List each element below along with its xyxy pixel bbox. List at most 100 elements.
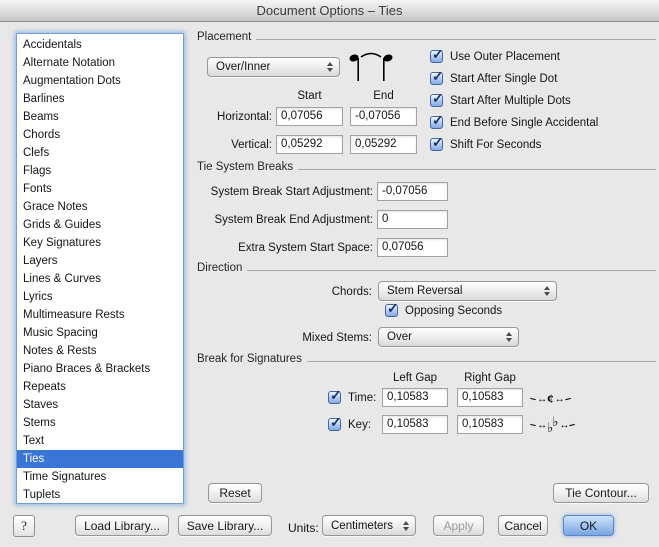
leftright-arrow-icon: ↔ — [537, 394, 546, 405]
sidebar-item-key-signatures[interactable]: Key Signatures — [17, 234, 183, 252]
reset-button-label: Reset — [219, 486, 250, 500]
sidebar-item-chords[interactable]: Chords — [17, 126, 183, 144]
sidebar-item-lyrics[interactable]: Lyrics — [17, 288, 183, 306]
sidebar-item-notes-rests[interactable]: Notes & Rests — [17, 342, 183, 360]
checkbox-box: ✓ — [328, 418, 341, 431]
sidebar-item-tuplets[interactable]: Tuplets — [17, 486, 183, 504]
system-break-start-adjustment-input[interactable]: -0,07056 — [377, 182, 448, 201]
mixed-stems-dropdown[interactable]: Over — [378, 327, 519, 347]
cancel-button[interactable]: Cancel — [498, 515, 548, 536]
section-divider-line — [256, 39, 656, 40]
horizontal-start-input[interactable]: 0,07056 — [276, 107, 343, 126]
checkbox-box: ✓ — [430, 116, 443, 129]
units-dropdown-value: Centimeters — [331, 520, 393, 532]
start-after-multiple-dots-checkbox[interactable]: ✓ Start After Multiple Dots — [430, 94, 571, 107]
check-icon: ✓ — [432, 134, 444, 151]
end-before-single-accidental-checkbox[interactable]: ✓ End Before Single Accidental — [430, 116, 598, 129]
check-icon: ✓ — [330, 387, 342, 404]
sidebar-item-music-spacing[interactable]: Music Spacing — [17, 324, 183, 342]
vertical-label: Vertical: — [197, 139, 272, 151]
system-break-end-adjustment-input[interactable]: 0 — [377, 210, 448, 229]
window-title: Document Options – Ties — [257, 3, 403, 18]
units-label: Units: — [288, 521, 319, 535]
key-left-gap-input[interactable]: 0,10583 — [382, 415, 448, 434]
opposing-seconds-checkbox[interactable]: ✓ Opposing Seconds — [385, 304, 502, 317]
sidebar-item-time-signatures[interactable]: Time Signatures — [17, 468, 183, 486]
horizontal-end-input[interactable]: -0,07056 — [350, 107, 417, 126]
use-outer-placement-label: Use Outer Placement — [450, 51, 560, 63]
shift-for-seconds-checkbox[interactable]: ✓ Shift For Seconds — [430, 138, 541, 151]
time-right-gap-input[interactable]: 0,10583 — [457, 388, 523, 407]
sidebar-item-staves[interactable]: Staves — [17, 396, 183, 414]
sidebar-item-clefs[interactable]: Clefs — [17, 144, 183, 162]
document-options-dialog: Document Options – Ties Accidentals Alte… — [0, 0, 659, 547]
sidebar-item-grace-notes[interactable]: Grace Notes — [17, 198, 183, 216]
vertical-start-input[interactable]: 0,05292 — [276, 135, 343, 154]
time-label: Time: — [348, 392, 376, 404]
sidebar-item-multimeasure-rests[interactable]: Multimeasure Rests — [17, 306, 183, 324]
sidebar-item-ties[interactable]: Ties — [17, 450, 183, 468]
use-outer-placement-checkbox[interactable]: ✓ Use Outer Placement — [430, 50, 560, 63]
apply-button[interactable]: Apply — [433, 515, 484, 536]
start-column-header: Start — [276, 90, 343, 102]
tie-contour-button[interactable]: Tie Contour... — [553, 483, 649, 503]
placement-dropdown-value: Over/Inner — [216, 61, 270, 73]
placement-dropdown[interactable]: Over/Inner — [207, 57, 340, 77]
sidebar-item-repeats[interactable]: Repeats — [17, 378, 183, 396]
reset-button[interactable]: Reset — [208, 483, 262, 503]
extra-system-start-space-label: Extra System Start Space: — [197, 242, 373, 254]
leftright-arrow-icon: ↔ — [555, 394, 564, 405]
sidebar-item-layers[interactable]: Layers — [17, 252, 183, 270]
sidebar-item-accidentals[interactable]: Accidentals — [17, 36, 183, 54]
start-after-multiple-dots-label: Start After Multiple Dots — [450, 95, 571, 107]
save-library-button[interactable]: Save Library... — [178, 515, 272, 536]
ok-button[interactable]: OK — [563, 515, 614, 536]
sidebar-item-augmentation-dots[interactable]: Augmentation Dots — [17, 72, 183, 90]
end-before-single-accidental-label: End Before Single Accidental — [450, 117, 598, 129]
category-list: Accidentals Alternate Notation Augmentat… — [16, 33, 184, 504]
tie-fragment-icon: – — [563, 392, 572, 405]
direction-section-label: Direction — [197, 262, 242, 274]
leftright-arrow-icon: ↔ — [537, 420, 546, 431]
placement-section-label: Placement — [197, 31, 251, 43]
sidebar-item-beams[interactable]: Beams — [17, 108, 183, 126]
break-for-signatures-section-header: Break for Signatures — [197, 353, 656, 365]
sidebar-item-grids-guides[interactable]: Grids & Guides — [17, 216, 183, 234]
sidebar-item-text[interactable]: Text — [17, 432, 183, 450]
load-library-button-label: Load Library... — [84, 519, 160, 533]
placement-section-header: Placement — [197, 31, 656, 43]
sidebar-item-alternate-notation[interactable]: Alternate Notation — [17, 54, 183, 72]
mixed-stems-dropdown-value: Over — [387, 331, 412, 343]
sidebar-item-fonts[interactable]: Fonts — [17, 180, 183, 198]
flat-icon: ♭ — [552, 414, 558, 430]
title-bar[interactable]: Document Options – Ties — [0, 0, 659, 22]
cancel-button-label: Cancel — [504, 519, 541, 533]
time-left-gap-input[interactable]: 0,10583 — [382, 388, 448, 407]
section-divider-line — [298, 169, 656, 170]
sidebar-item-barlines[interactable]: Barlines — [17, 90, 183, 108]
section-divider-line — [247, 270, 656, 271]
chords-dropdown[interactable]: Stem Reversal — [378, 281, 557, 301]
units-dropdown[interactable]: Centimeters — [322, 515, 416, 536]
key-signature-break-checkbox[interactable]: ✓ Key: — [328, 418, 371, 431]
stepper-arrows-icon — [506, 332, 512, 342]
checkbox-box: ✓ — [430, 50, 443, 63]
sidebar-item-flags[interactable]: Flags — [17, 162, 183, 180]
help-button-label: ? — [21, 518, 27, 534]
vertical-end-input[interactable]: 0,05292 — [350, 135, 417, 154]
sidebar-item-piano-braces-brackets[interactable]: Piano Braces & Brackets — [17, 360, 183, 378]
tie-contour-button-label: Tie Contour... — [565, 486, 637, 500]
extra-system-start-space-input[interactable]: 0,07056 — [377, 238, 448, 257]
sidebar-item-stems[interactable]: Stems — [17, 414, 183, 432]
key-right-gap-input[interactable]: 0,10583 — [457, 415, 523, 434]
tie-system-breaks-section-header: Tie System Breaks — [197, 161, 656, 173]
time-signature-break-checkbox[interactable]: ✓ Time: — [328, 391, 376, 404]
save-library-button-label: Save Library... — [187, 519, 263, 533]
load-library-button[interactable]: Load Library... — [75, 515, 169, 536]
apply-button-label: Apply — [443, 519, 473, 533]
start-after-single-dot-checkbox[interactable]: ✓ Start After Single Dot — [430, 72, 557, 85]
chords-label: Chords: — [240, 286, 372, 298]
end-column-header: End — [350, 90, 417, 102]
sidebar-item-lines-curves[interactable]: Lines & Curves — [17, 270, 183, 288]
help-button[interactable]: ? — [13, 515, 35, 537]
